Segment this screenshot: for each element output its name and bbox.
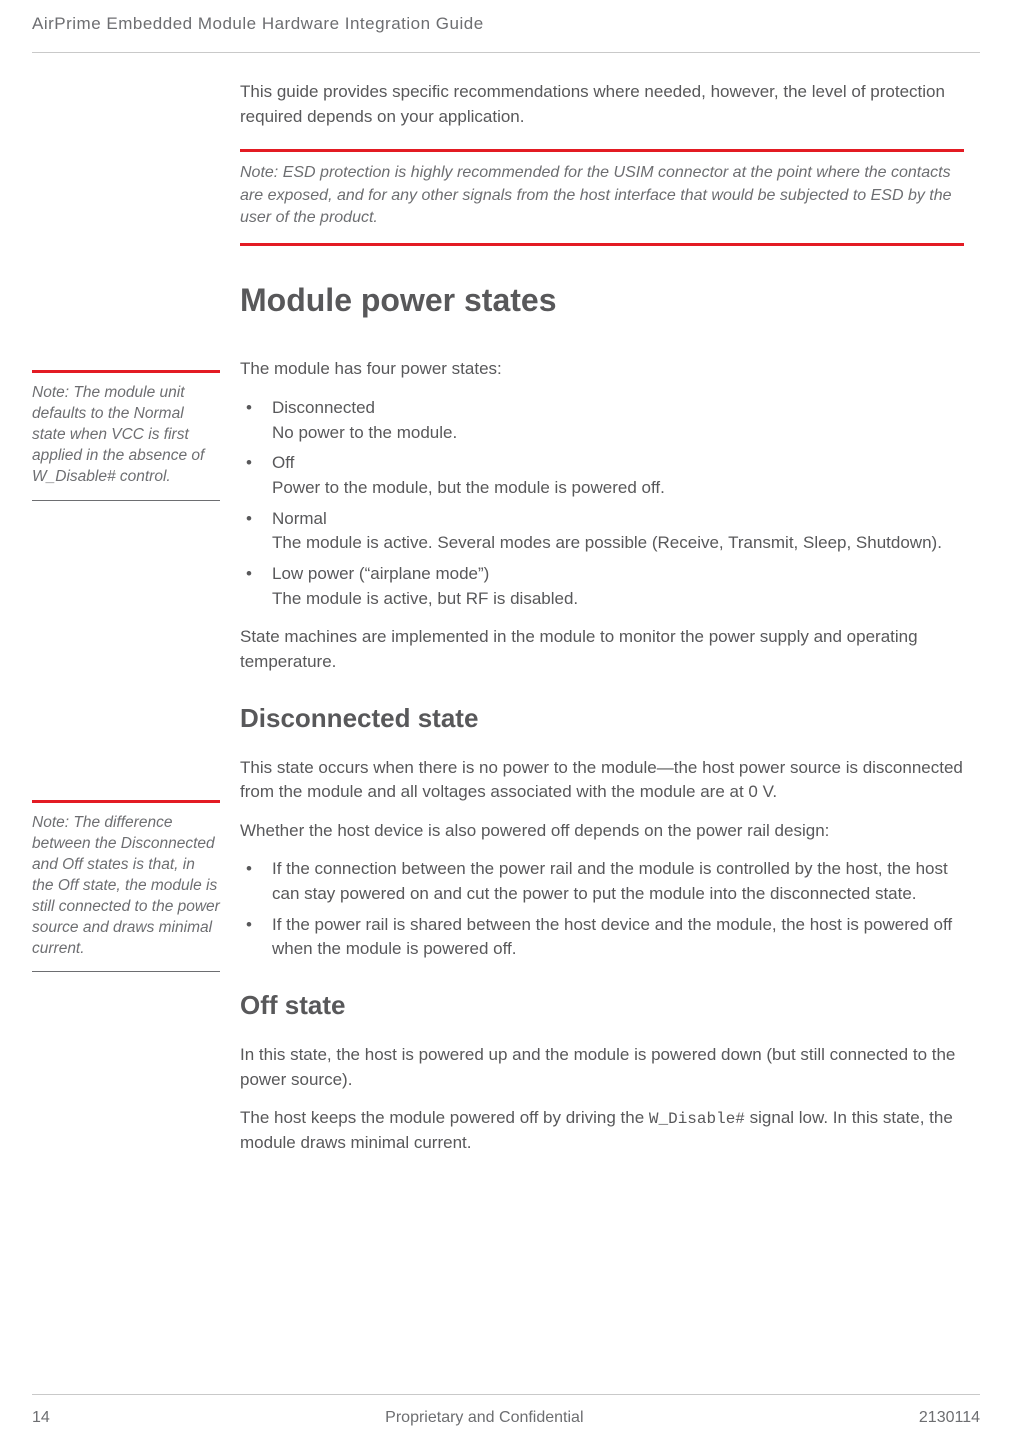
state-desc: The module is active. Several modes are …: [272, 531, 964, 556]
body-paragraph: This state occurs when there is no power…: [240, 756, 964, 805]
footer-doc-id: 2130114: [919, 1409, 980, 1427]
body-paragraph: In this state, the host is powered up an…: [240, 1043, 964, 1092]
note-lead: Note:: [32, 384, 69, 401]
state-desc: No power to the module.: [272, 421, 964, 446]
subsection-heading: Off state: [240, 990, 964, 1021]
body-paragraph: Whether the host device is also powered …: [240, 819, 964, 844]
intro-paragraph: This guide provides specific recommendat…: [240, 80, 964, 129]
state-name: Off: [272, 453, 294, 472]
footer-rule: [32, 1394, 980, 1395]
state-name: Normal: [272, 509, 327, 528]
list-item: If the connection between the power rail…: [240, 857, 964, 906]
inline-note: Note: ESD protection is highly recommend…: [240, 162, 964, 246]
text-run: The host keeps the module powered off by…: [240, 1108, 649, 1127]
note-lead: Note:: [240, 164, 278, 181]
footer-center: Proprietary and Confidential: [385, 1409, 583, 1427]
body-paragraph: The host keeps the module powered off by…: [240, 1106, 964, 1156]
margin-note-text: Note: The module unit defaults to the No…: [32, 383, 220, 501]
subsection-heading: Disconnected state: [240, 703, 964, 734]
margin-note-1: Note: The module unit defaults to the No…: [32, 370, 220, 501]
state-desc: The module is active, but RF is disabled…: [272, 587, 964, 612]
accent-rule: [32, 370, 220, 373]
page-footer: 14 Proprietary and Confidential 2130114: [32, 1409, 980, 1427]
body-paragraph: State machines are implemented in the mo…: [240, 625, 964, 674]
code-literal: W_Disable#: [649, 1110, 745, 1128]
list-item: If the power rail is shared between the …: [240, 913, 964, 962]
margin-note-2: Note: The difference between the Disconn…: [32, 800, 220, 972]
note-lead: Note:: [32, 814, 69, 831]
section-heading: Module power states: [240, 282, 964, 319]
list-item: Low power (“airplane mode”) The module i…: [240, 562, 964, 611]
note-body: ESD protection is highly recommended for…: [240, 164, 952, 226]
page-number: 14: [32, 1409, 50, 1427]
state-name: Disconnected: [272, 398, 375, 417]
state-desc: Power to the module, but the module is p…: [272, 476, 964, 501]
list-item: Off Power to the module, but the module …: [240, 451, 964, 500]
note-body: The difference between the Disconnected …: [32, 814, 220, 957]
header-rule: [32, 52, 980, 53]
body-paragraph: The module has four power states:: [240, 357, 964, 382]
accent-rule: [240, 149, 964, 152]
power-state-list: Disconnected No power to the module. Off…: [240, 396, 964, 611]
list-item: Normal The module is active. Several mod…: [240, 507, 964, 556]
state-name: Low power (“airplane mode”): [272, 564, 489, 583]
disconnected-bullet-list: If the connection between the power rail…: [240, 857, 964, 962]
list-item: Disconnected No power to the module.: [240, 396, 964, 445]
main-column: This guide provides specific recommendat…: [240, 80, 964, 1170]
running-header: AirPrime Embedded Module Hardware Integr…: [32, 14, 484, 34]
margin-note-text: Note: The difference between the Disconn…: [32, 813, 220, 972]
accent-rule: [32, 800, 220, 803]
